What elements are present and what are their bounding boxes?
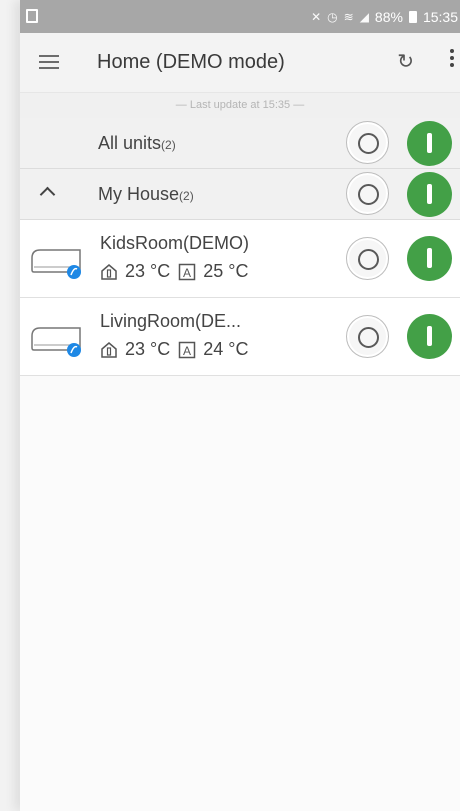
battery-percent: 88%: [374, 8, 403, 25]
all-units-row[interactable]: All units(2): [20, 118, 460, 169]
unit-name: KidsRoom(DEMO): [100, 233, 250, 253]
all-units-title: All units: [98, 133, 162, 153]
battery-icon: [408, 10, 417, 23]
signal-icon: ◢: [359, 9, 369, 24]
all-units-label: All units(2): [98, 133, 176, 154]
group-title: My House: [98, 184, 180, 204]
svg-text:A: A: [183, 344, 191, 358]
setpoint-temp: 25 °C: [203, 261, 249, 281]
empty-content-area: [20, 400, 460, 811]
unit-row-livingroom[interactable]: LivingRoom(DE... 23 °C A 24 °C: [20, 298, 460, 376]
refresh-icon[interactable]: ↻: [397, 49, 414, 73]
all-units-on-button[interactable]: [407, 121, 452, 166]
setpoint-auto-icon: A: [178, 263, 196, 280]
indoor-temp-icon: [101, 263, 117, 280]
setpoint-temp: 24 °C: [203, 339, 249, 359]
unit-name: LivingRoom(DE...: [100, 311, 242, 331]
group-on-button[interactable]: [407, 172, 452, 217]
last-update-text: — Last update at 15:35 —: [20, 93, 460, 118]
air-conditioner-icon: [31, 327, 81, 357]
unit-temps: 23 °C A 25 °C: [100, 261, 256, 282]
air-conditioner-icon: [31, 249, 81, 279]
wifi-icon: ≋: [343, 9, 354, 24]
unit-temps: 23 °C A 24 °C: [100, 339, 256, 360]
unit-on-button[interactable]: [407, 236, 452, 281]
page-title: Home (DEMO mode): [97, 51, 285, 73]
mute-icon: ✕: [311, 9, 322, 24]
indoor-temp: 23 °C: [125, 339, 171, 359]
group-row-my-house[interactable]: My House(2): [20, 169, 460, 220]
chevron-up-icon[interactable]: [39, 186, 56, 203]
unit-off-button[interactable]: [346, 237, 389, 280]
group-label: My House(2): [98, 184, 194, 205]
unit-row-kidsroom[interactable]: KidsRoom(DEMO) 23 °C A 25 °C: [20, 220, 460, 298]
phone-screen: ✕ ◷ ≋ ◢ 88% 15:35 Home (DEMO mode) ↻ — L…: [20, 0, 460, 811]
clock: 15:35: [422, 8, 458, 25]
more-vert-icon[interactable]: [448, 49, 456, 73]
setpoint-auto-icon: A: [178, 341, 196, 358]
unit-off-button[interactable]: [346, 315, 389, 358]
indoor-temp: 23 °C: [125, 261, 171, 281]
screenshot-notification-icon: [26, 9, 38, 23]
group-off-button[interactable]: [346, 172, 389, 215]
status-bar: ✕ ◷ ≋ ◢ 88% 15:35: [20, 0, 460, 33]
indoor-temp-icon: [101, 341, 117, 358]
alarm-icon: ◷: [327, 9, 338, 24]
group-count: (2): [179, 189, 194, 203]
unit-on-button[interactable]: [407, 314, 452, 359]
app-bar: Home (DEMO mode) ↻: [20, 33, 460, 93]
svg-text:A: A: [183, 266, 191, 280]
all-units-count: (2): [161, 138, 176, 152]
status-icons: ✕ ◷ ≋ ◢ 88% 15:35: [311, 0, 460, 33]
hamburger-icon[interactable]: [39, 55, 59, 71]
all-units-off-button[interactable]: [346, 121, 389, 164]
